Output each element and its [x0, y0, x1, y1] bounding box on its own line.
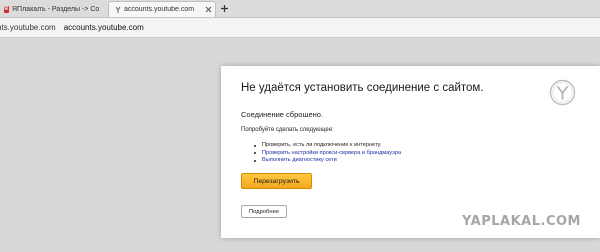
watermark: YAPLAKAL.COM	[462, 214, 581, 229]
close-icon[interactable]	[204, 5, 212, 15]
suggestion-text: Проверить, есть ли подключение к интерне…	[262, 142, 382, 148]
list-item: Проверить, есть ли подключение к интерне…	[254, 142, 401, 150]
address-host: nts.youtube.com	[0, 23, 56, 32]
error-title: Не удаётся установить соединение с сайто…	[241, 82, 484, 94]
tab-yaplakal[interactable]: Я ЯПлакалъ - Разделы -> Со	[0, 1, 107, 17]
tab-title: ЯПлакалъ - Разделы -> Со	[12, 5, 100, 13]
list-item[interactable]: Проверить настройки прокси-сервера и бра…	[254, 150, 401, 158]
address-url: accounts.youtube.com	[63, 23, 144, 32]
yaplakal-favicon-icon: Я	[3, 5, 9, 13]
try-text: Попробуйте сделать следующее:	[241, 127, 334, 133]
bullet-icon	[254, 152, 257, 155]
error-card: Не удаётся установить соединение с сайто…	[221, 66, 600, 238]
tab-strip: Я ЯПлакалъ - Разделы -> Со accounts.yout…	[0, 0, 600, 18]
bullet-icon	[254, 159, 257, 162]
tab-accounts-youtube[interactable]: accounts.youtube.com	[108, 1, 216, 17]
error-subtitle: Соединение сброшено.	[241, 110, 324, 119]
tab-title: accounts.youtube.com	[124, 6, 195, 13]
page-icon	[115, 6, 121, 14]
proxy-settings-link[interactable]: Проверить настройки прокси-сервера и бра…	[262, 150, 401, 156]
suggestion-list: Проверить, есть ли подключение к интерне…	[254, 142, 401, 165]
details-button[interactable]: Подробнее	[241, 205, 287, 218]
reload-button[interactable]: Перезагрузить	[241, 173, 312, 189]
network-diagnostics-link[interactable]: Выполнить диагностику сети	[262, 157, 337, 163]
address-bar[interactable]: nts.youtube.com accounts.youtube.com	[0, 18, 600, 38]
yandex-browser-logo-icon	[549, 79, 576, 106]
list-item[interactable]: Выполнить диагностику сети	[254, 157, 401, 165]
plus-icon[interactable]	[219, 3, 229, 13]
bullet-icon	[254, 144, 257, 147]
